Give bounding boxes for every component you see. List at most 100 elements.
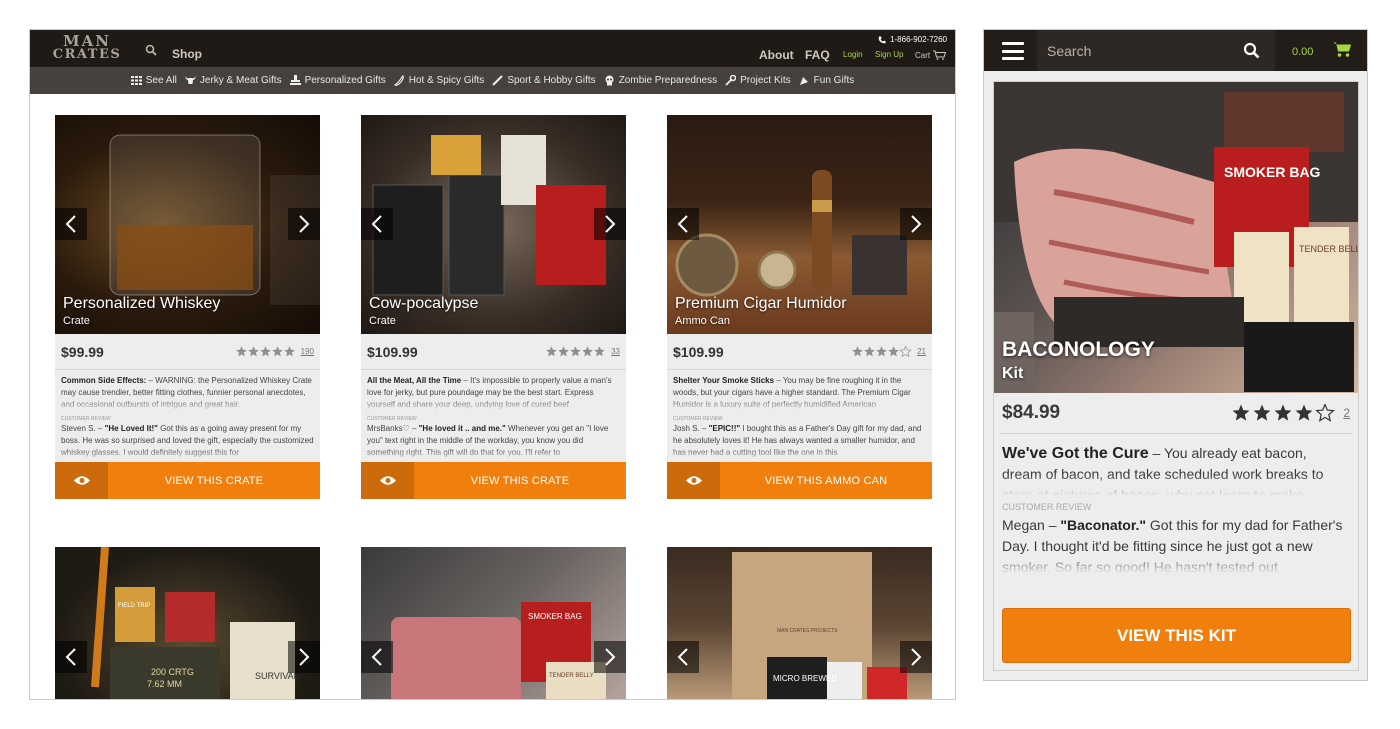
chevron-right-icon: [605, 648, 616, 666]
micro-brewed-text: MICRO BREWED: [773, 674, 837, 683]
category-label: See All: [145, 75, 177, 86]
product-image[interactable]: Cow-pocalypse Crate: [361, 115, 626, 334]
chevron-left-icon: [677, 215, 688, 233]
phone-number-text: 1-866-902-7260: [890, 35, 947, 44]
carousel-prev-button[interactable]: [55, 641, 87, 673]
product-image[interactable]: MICRO BREWED MAN CRATES PROJECTS: [667, 547, 932, 699]
faq-link[interactable]: FAQ: [805, 48, 830, 62]
carousel-next-button[interactable]: [900, 208, 932, 240]
shop-link[interactable]: Shop: [172, 47, 202, 61]
review-title: "He Loved It!": [104, 424, 158, 433]
reviewer-name: Steven S.: [61, 424, 96, 433]
view-kit-button[interactable]: VIEW THIS KIT: [1002, 608, 1351, 663]
view-crate-button[interactable]: VIEW THIS CRATE: [108, 462, 320, 499]
carousel-prev-button[interactable]: [55, 208, 87, 240]
smoker-bag-text: SMOKER BAG: [1224, 164, 1321, 180]
star-rating-icon: [546, 346, 606, 357]
review-count-link[interactable]: 33: [611, 347, 620, 356]
product-price: $109.99: [673, 343, 724, 360]
view-ammo-can-button[interactable]: VIEW THIS AMMO CAN: [720, 462, 932, 499]
product-price: $84.99: [1002, 402, 1061, 423]
customer-review: Steven S. – "He Loved It!" Got this as a…: [55, 422, 320, 462]
review-count-link[interactable]: 2: [1343, 406, 1350, 420]
category-label: Fun Gifts: [813, 75, 855, 86]
product-type: Ammo Can: [675, 315, 731, 327]
product-name: Cow-pocalypse: [369, 295, 479, 312]
product-image[interactable]: Personalized Whiskey Crate: [55, 115, 320, 334]
ammo-caliber-text: 7.62 MM: [147, 679, 182, 689]
survival-crate-illustration: 200 CRTG 7.62 MM SURVIVAL FIELD TRIP: [91, 547, 299, 699]
product-card: MICRO BREWED MAN CRATES PROJECTS: [667, 547, 932, 699]
carousel-next-button[interactable]: [900, 641, 932, 673]
quick-view-button[interactable]: [55, 462, 108, 499]
logo-line-2: CRATES: [52, 47, 122, 62]
carousel-next-button[interactable]: [594, 208, 626, 240]
product-caption: Cow-pocalypse Crate: [369, 294, 478, 328]
search-icon[interactable]: [1243, 42, 1260, 59]
product-card: Personalized Whiskey Crate $99.99 190 Co…: [55, 115, 320, 499]
cart-icon[interactable]: [1333, 41, 1352, 58]
carousel-prev-button[interactable]: [667, 208, 699, 240]
mobile-search-field[interactable]: Search: [1037, 30, 1275, 71]
carousel-next-button[interactable]: [288, 208, 320, 240]
about-link[interactable]: About: [759, 48, 794, 62]
description-title: Common Side Effects:: [61, 376, 147, 385]
search-icon[interactable]: [145, 44, 157, 56]
smoker-bag-text: SMOKER BAG: [528, 612, 582, 621]
category-sport-hobby[interactable]: Sport & Hobby Gifts: [492, 75, 596, 86]
category-zombie[interactable]: Zombie Preparedness: [604, 75, 717, 86]
carousel-next-button[interactable]: [594, 641, 626, 673]
customer-review: Megan – "Baconator." Got this for my dad…: [994, 512, 1358, 574]
category-fun-gifts[interactable]: Fun Gifts: [799, 75, 855, 86]
cart-total: 0.00: [1292, 46, 1314, 58]
desktop-site-frame: MAN CRATES Shop 1-866-902-7260 About FAQ…: [29, 29, 956, 700]
carousel-prev-button[interactable]: [361, 208, 393, 240]
phone-number[interactable]: 1-866-902-7260: [878, 35, 947, 44]
review-count-link[interactable]: 190: [301, 347, 314, 356]
star-rating-icon: [235, 346, 296, 357]
mobile-product-card: SMOKER BAG TENDER BELLY BACONOLOGY Kit $…: [993, 81, 1359, 671]
man-crates-logo[interactable]: MAN CRATES: [40, 34, 134, 62]
product-card: Premium Cigar Humidor Ammo Can $109.99 2…: [667, 115, 932, 499]
review-title: "Baconator.": [1060, 517, 1147, 533]
category-hot-spicy[interactable]: Hot & Spicy Gifts: [393, 75, 484, 86]
product-description: We've Got the Cure – You already eat bac…: [994, 434, 1358, 496]
star-rating-icon: [852, 346, 912, 357]
skull-icon: [605, 75, 614, 86]
product-image[interactable]: Premium Cigar Humidor Ammo Can: [667, 115, 932, 334]
projects-text: MAN CRATES PROJECTS: [777, 628, 838, 634]
hamburger-menu-icon[interactable]: [1002, 42, 1024, 60]
product-image[interactable]: SMOKER BAG TENDER BELLY BACONOLOGY Kit: [994, 82, 1358, 393]
login-link[interactable]: Login: [843, 50, 863, 59]
carousel-prev-button[interactable]: [667, 641, 699, 673]
carousel-next-button[interactable]: [288, 641, 320, 673]
chevron-left-icon: [371, 215, 382, 233]
product-price: $109.99: [367, 343, 418, 360]
product-description: Shelter Your Smoke Sticks – You may be f…: [667, 370, 932, 412]
carousel-prev-button[interactable]: [361, 641, 393, 673]
product-caption: BACONOLOGY Kit: [1002, 337, 1155, 385]
category-project-kits[interactable]: Project Kits: [725, 75, 791, 86]
cart-icon: [933, 50, 947, 60]
quick-view-button[interactable]: [361, 462, 414, 499]
review-count-link[interactable]: 21: [917, 347, 926, 356]
description-title: Shelter Your Smoke Sticks: [673, 376, 775, 385]
category-label: Sport & Hobby Gifts: [507, 75, 596, 86]
product-name: BACONOLOGY: [1002, 338, 1155, 361]
search-placeholder: Search: [1047, 43, 1092, 59]
review-title: "He loved it .. and me.": [418, 424, 506, 433]
quick-view-button[interactable]: [667, 462, 720, 499]
category-personalized[interactable]: Personalized Gifts: [289, 75, 386, 86]
product-image[interactable]: SMOKER BAG TENDER BELLY: [361, 547, 626, 699]
category-see-all[interactable]: See All: [130, 75, 177, 86]
cart-link[interactable]: Cart: [915, 50, 947, 60]
product-rating: 21: [852, 346, 926, 357]
description-title: All the Meat, All the Time: [367, 376, 462, 385]
category-jerky-meat[interactable]: Jerky & Meat Gifts: [184, 75, 282, 86]
product-image[interactable]: 200 CRTG 7.62 MM SURVIVAL FIELD TRIP: [55, 547, 320, 699]
view-crate-button[interactable]: VIEW THIS CRATE: [414, 462, 626, 499]
bull-icon: [184, 76, 196, 84]
tender-belly-text: TENDER BELLY: [549, 673, 594, 679]
signup-link[interactable]: Sign Up: [875, 50, 903, 59]
product-description: Common Side Effects: – WARNING: the Pers…: [55, 370, 320, 412]
